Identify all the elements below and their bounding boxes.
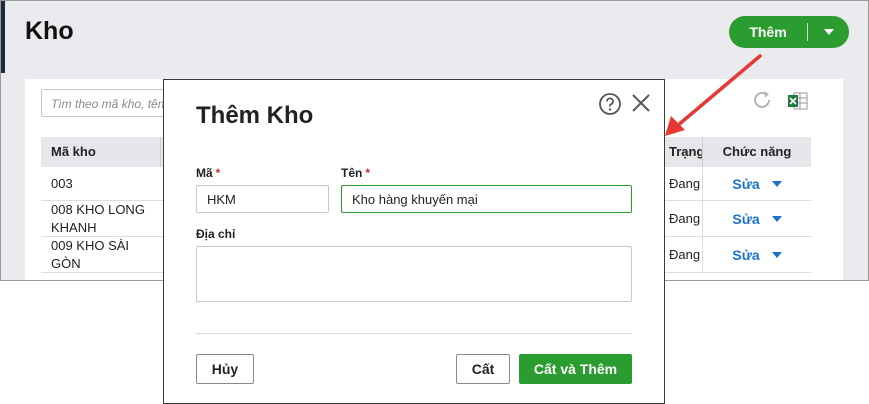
caret-down-icon [823,29,834,35]
name-field[interactable] [341,185,632,213]
required-mark: * [365,166,371,180]
code-label-text: Mã [196,166,213,180]
caret-down-icon[interactable] [771,215,782,222]
name-label-text: Tên [341,166,363,180]
column-header-code[interactable]: Mã kho [41,137,161,167]
caret-down-icon[interactable] [771,251,782,258]
caret-down-icon[interactable] [771,180,782,187]
edit-link[interactable]: Sửa [732,211,759,227]
excel-icon[interactable] [787,90,809,112]
cancel-button[interactable]: Hủy [196,354,254,384]
code-label: Mã * [196,166,220,180]
address-label: Địa chỉ [196,227,236,241]
cell-code: 008 KHO LONG KHANH [51,202,145,235]
footer-divider [196,333,632,334]
help-icon[interactable] [598,92,622,116]
save-button[interactable]: Cất [456,354,510,384]
cell-code: 009 KHO SÀI GÒN [51,238,130,271]
add-warehouse-dialog: Thêm Kho Mã* Tên* Địa chỉ Hủy Cất Cất và… [163,79,665,404]
add-button[interactable]: Thêm [729,16,849,48]
row-actions: Sửa [703,237,811,272]
cell-status: Đang [669,167,703,200]
dialog-title: Thêm Kho [196,102,314,129]
required-mark: * [215,166,221,180]
add-dropdown-toggle[interactable] [808,29,849,35]
close-icon[interactable] [630,92,652,114]
add-button-label: Thêm [749,24,787,40]
name-label: Tên * [341,166,370,180]
annotation-arrow [665,54,762,136]
code-field[interactable] [196,185,329,213]
edit-link[interactable]: Sửa [732,247,759,263]
cell-status: Đang [669,201,703,236]
edit-link[interactable]: Sửa [732,176,759,192]
accent-bar [1,1,5,73]
row-actions: Sửa [703,201,811,236]
cell-code: 003 [51,176,73,191]
save-and-add-button[interactable]: Cất và Thêm [519,354,632,384]
page-title: Kho [25,17,74,45]
cell-status: Đang [669,237,703,272]
row-actions: Sửa [703,167,811,200]
address-field[interactable] [196,246,632,302]
